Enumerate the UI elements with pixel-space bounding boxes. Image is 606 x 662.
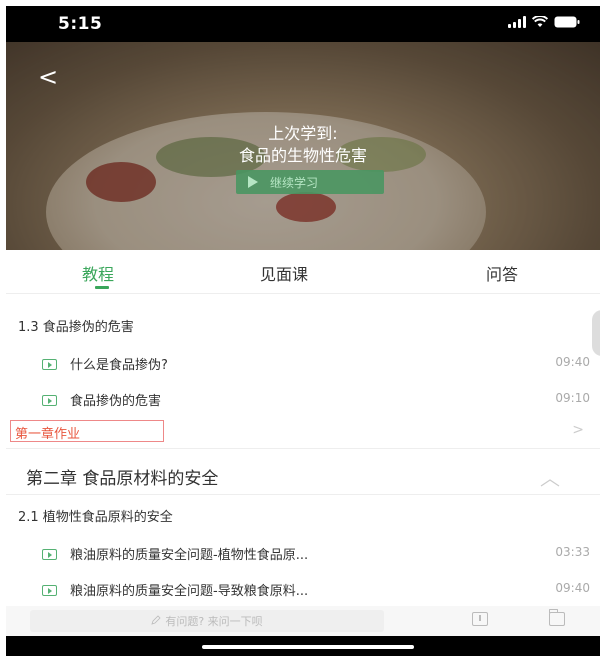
lesson-title: 食品掺伪的危害 [70,394,162,409]
chevron-right-icon: > [572,422,584,438]
lesson-duration: 09:40 [555,355,590,369]
divider [6,448,600,449]
floating-side-handle[interactable] [592,310,600,356]
home-indicator-area [6,636,600,656]
divider [6,494,600,495]
battery-icon [554,16,580,28]
lesson-duration: 09:10 [555,391,590,405]
back-button[interactable]: < [38,62,68,92]
video-icon [42,359,57,370]
chevron-up-icon[interactable] [540,472,560,491]
video-icon [42,549,57,560]
ask-question-input[interactable]: 有问题? 来问一下呗 [30,610,384,632]
continue-learning-button[interactable]: 继续学习 [236,170,384,194]
lesson-item[interactable]: 粮油原料的质量安全问题-导致粮食原料... 09:40 [6,580,600,600]
signal-icon [508,16,526,28]
folder-icon[interactable] [549,609,565,626]
homework-label: 第一章作业 [15,427,81,442]
lesson-item[interactable]: 粮油原料的质量安全问题-植物性食品原... 03:33 [6,544,600,564]
status-icons [508,16,580,28]
status-bar: 5:15 [6,6,600,42]
lesson-title: 什么是食品掺伪? [70,358,168,373]
video-icon [42,585,57,596]
tab-bar: 教程 见面课 问答 [6,250,600,294]
tab-tutorial[interactable]: 教程 [82,261,114,285]
bottom-toolbar: 有问题? 来问一下呗 [6,606,600,636]
lesson-title: 粮油原料的质量安全问题-导致粮食原料... [70,584,309,599]
status-time: 5:15 [58,14,103,34]
wifi-icon [532,16,548,28]
tab-qa[interactable]: 问答 [486,261,518,285]
active-tab-indicator [95,286,109,289]
lesson-item[interactable]: 什么是食品掺伪? 09:40 [6,354,600,374]
pencil-icon [151,614,161,628]
lesson-item[interactable]: 食品掺伪的危害 09:10 [6,390,600,410]
lesson-title: 粮油原料的质量安全问题-植物性食品原... [70,548,309,563]
download-icon[interactable] [472,612,488,626]
section-title-2-1: 2.1 植物性食品原料的安全 [18,510,173,525]
lesson-duration: 03:33 [555,545,590,559]
phone-screen: 5:15 < 上次学到: 食品的生物性危害 继续学习 教程 见面课 问答 1.3… [6,6,600,656]
section-title-1-3: 1.3 食品掺伪的危害 [18,320,134,335]
lesson-duration: 09:40 [555,581,590,595]
last-learned-title: 食品的生物性危害 [238,146,367,165]
video-icon [42,395,57,406]
chapter-1-homework[interactable]: 第一章作业 [10,420,164,442]
home-indicator[interactable] [202,645,414,649]
ask-question-placeholder: 有问题? 来问一下呗 [165,615,263,628]
tab-live-class[interactable]: 见面课 [260,261,308,285]
play-icon [248,176,258,188]
course-banner: < 上次学到: 食品的生物性危害 继续学习 [6,42,600,250]
chapter-2-title[interactable]: 第二章 食品原材料的安全 [26,464,600,489]
last-learned-label: 上次学到: [268,124,338,143]
continue-learning-label: 继续学习 [270,175,319,190]
